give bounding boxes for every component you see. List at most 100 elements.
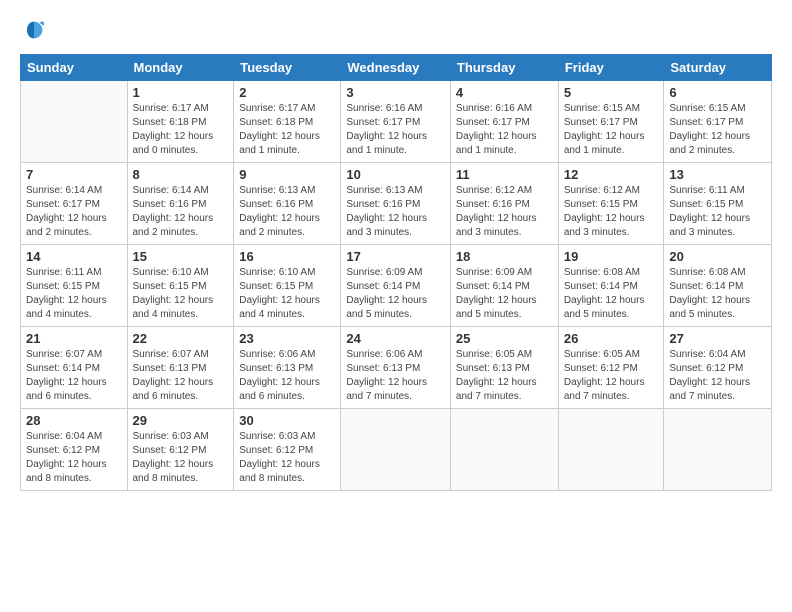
calendar-cell: 7 Sunrise: 6:14 AM Sunset: 6:17 PM Daylig…: [21, 163, 128, 245]
day-number: 29: [133, 413, 229, 428]
calendar-cell: 4Sunrise: 6:16 AM Sunset: 6:17 PM Daylig…: [450, 81, 558, 163]
calendar-cell: 12 Sunrise: 6:12 AM Sunset: 6:15 PM Dayli…: [558, 163, 664, 245]
calendar-cell: [558, 409, 664, 491]
day-info: Sunrise: 6:13 AM Sunset: 6:16 PM Dayligh…: [239, 184, 335, 240]
day-number: 23: [239, 331, 335, 346]
weekday-header: Sunday: [21, 55, 128, 81]
day-info: Sunrise: 6:12 AM Sunset: 6:15 PM Dayligh…: [564, 184, 659, 240]
calendar-cell: 24 Sunrise: 6:06 AM Sunset: 6:13 PM Dayli…: [341, 327, 451, 409]
day-number: 24: [346, 331, 445, 346]
day-info: Sunrise: 6:17 AM Sunset: 6:18 PM Dayligh…: [133, 102, 229, 158]
day-info: Sunrise: 6:16 AM Sunset: 6:17 PM Dayligh…: [456, 102, 553, 158]
calendar-cell: [450, 409, 558, 491]
day-number: 16: [239, 249, 335, 264]
day-info: Sunrise: 6:04 AM Sunset: 6:12 PM Dayligh…: [26, 430, 122, 486]
day-number: 27: [669, 331, 766, 346]
calendar-cell: 6 Sunrise: 6:15 AM Sunset: 6:17 PM Daylig…: [664, 81, 772, 163]
calendar-cell: 10Sunrise: 6:13 AM Sunset: 6:16 PM Dayli…: [341, 163, 451, 245]
calendar: SundayMondayTuesdayWednesdayThursdayFrid…: [20, 54, 772, 491]
logo: [20, 16, 52, 44]
calendar-cell: 21Sunrise: 6:07 AM Sunset: 6:14 PM Dayli…: [21, 327, 128, 409]
day-info: Sunrise: 6:10 AM Sunset: 6:15 PM Dayligh…: [133, 266, 229, 322]
day-number: 13: [669, 167, 766, 182]
day-number: 2: [239, 85, 335, 100]
day-info: Sunrise: 6:05 AM Sunset: 6:12 PM Dayligh…: [564, 348, 659, 404]
calendar-cell: 23 Sunrise: 6:06 AM Sunset: 6:13 PM Dayli…: [234, 327, 341, 409]
day-number: 17: [346, 249, 445, 264]
day-info: Sunrise: 6:11 AM Sunset: 6:15 PM Dayligh…: [669, 184, 766, 240]
calendar-cell: 2 Sunrise: 6:17 AM Sunset: 6:18 PM Daylig…: [234, 81, 341, 163]
calendar-cell: 20 Sunrise: 6:08 AM Sunset: 6:14 PM Dayli…: [664, 245, 772, 327]
day-number: 1: [133, 85, 229, 100]
day-info: Sunrise: 6:15 AM Sunset: 6:17 PM Dayligh…: [669, 102, 766, 158]
weekday-header: Saturday: [664, 55, 772, 81]
day-info: Sunrise: 6:16 AM Sunset: 6:17 PM Dayligh…: [346, 102, 445, 158]
calendar-cell: [664, 409, 772, 491]
day-info: Sunrise: 6:07 AM Sunset: 6:13 PM Dayligh…: [133, 348, 229, 404]
day-info: Sunrise: 6:06 AM Sunset: 6:13 PM Dayligh…: [239, 348, 335, 404]
day-number: 11: [456, 167, 553, 182]
day-number: 26: [564, 331, 659, 346]
calendar-cell: [341, 409, 451, 491]
weekday-header: Friday: [558, 55, 664, 81]
logo-icon: [20, 16, 48, 44]
calendar-cell: 16 Sunrise: 6:10 AM Sunset: 6:15 PM Dayli…: [234, 245, 341, 327]
calendar-cell: 18 Sunrise: 6:09 AM Sunset: 6:14 PM Dayli…: [450, 245, 558, 327]
calendar-cell: 1 Sunrise: 6:17 AM Sunset: 6:18 PM Daylig…: [127, 81, 234, 163]
day-info: Sunrise: 6:12 AM Sunset: 6:16 PM Dayligh…: [456, 184, 553, 240]
weekday-header: Monday: [127, 55, 234, 81]
calendar-cell: 14Sunrise: 6:11 AM Sunset: 6:15 PM Dayli…: [21, 245, 128, 327]
calendar-cell: 19 Sunrise: 6:08 AM Sunset: 6:14 PM Dayli…: [558, 245, 664, 327]
day-number: 9: [239, 167, 335, 182]
day-number: 25: [456, 331, 553, 346]
day-number: 3: [346, 85, 445, 100]
day-info: Sunrise: 6:09 AM Sunset: 6:14 PM Dayligh…: [456, 266, 553, 322]
day-number: 22: [133, 331, 229, 346]
day-number: 7: [26, 167, 122, 182]
day-info: Sunrise: 6:06 AM Sunset: 6:13 PM Dayligh…: [346, 348, 445, 404]
day-info: Sunrise: 6:05 AM Sunset: 6:13 PM Dayligh…: [456, 348, 553, 404]
day-number: 6: [669, 85, 766, 100]
header-row: SundayMondayTuesdayWednesdayThursdayFrid…: [21, 55, 772, 81]
day-info: Sunrise: 6:09 AM Sunset: 6:14 PM Dayligh…: [346, 266, 445, 322]
day-number: 20: [669, 249, 766, 264]
calendar-week-row: 21Sunrise: 6:07 AM Sunset: 6:14 PM Dayli…: [21, 327, 772, 409]
day-number: 18: [456, 249, 553, 264]
calendar-week-row: 14Sunrise: 6:11 AM Sunset: 6:15 PM Dayli…: [21, 245, 772, 327]
calendar-week-row: 1 Sunrise: 6:17 AM Sunset: 6:18 PM Daylig…: [21, 81, 772, 163]
weekday-header: Tuesday: [234, 55, 341, 81]
day-number: 14: [26, 249, 122, 264]
page: SundayMondayTuesdayWednesdayThursdayFrid…: [0, 0, 792, 612]
calendar-cell: 9 Sunrise: 6:13 AM Sunset: 6:16 PM Daylig…: [234, 163, 341, 245]
calendar-cell: 11 Sunrise: 6:12 AM Sunset: 6:16 PM Dayli…: [450, 163, 558, 245]
calendar-cell: 22 Sunrise: 6:07 AM Sunset: 6:13 PM Dayli…: [127, 327, 234, 409]
weekday-header: Wednesday: [341, 55, 451, 81]
day-number: 8: [133, 167, 229, 182]
day-number: 5: [564, 85, 659, 100]
calendar-cell: [21, 81, 128, 163]
calendar-cell: 8 Sunrise: 6:14 AM Sunset: 6:16 PM Daylig…: [127, 163, 234, 245]
day-info: Sunrise: 6:04 AM Sunset: 6:12 PM Dayligh…: [669, 348, 766, 404]
calendar-cell: 5Sunrise: 6:15 AM Sunset: 6:17 PM Daylig…: [558, 81, 664, 163]
calendar-cell: 15Sunrise: 6:10 AM Sunset: 6:15 PM Dayli…: [127, 245, 234, 327]
day-info: Sunrise: 6:08 AM Sunset: 6:14 PM Dayligh…: [669, 266, 766, 322]
calendar-cell: 26 Sunrise: 6:05 AM Sunset: 6:12 PM Dayli…: [558, 327, 664, 409]
day-number: 12: [564, 167, 659, 182]
day-number: 10: [346, 167, 445, 182]
day-info: Sunrise: 6:03 AM Sunset: 6:12 PM Dayligh…: [239, 430, 335, 486]
day-info: Sunrise: 6:14 AM Sunset: 6:16 PM Dayligh…: [133, 184, 229, 240]
day-info: Sunrise: 6:03 AM Sunset: 6:12 PM Dayligh…: [133, 430, 229, 486]
day-number: 28: [26, 413, 122, 428]
day-info: Sunrise: 6:17 AM Sunset: 6:18 PM Dayligh…: [239, 102, 335, 158]
calendar-cell: 25 Sunrise: 6:05 AM Sunset: 6:13 PM Dayli…: [450, 327, 558, 409]
calendar-cell: 29 Sunrise: 6:03 AM Sunset: 6:12 PM Dayli…: [127, 409, 234, 491]
calendar-cell: 28 Sunrise: 6:04 AM Sunset: 6:12 PM Dayli…: [21, 409, 128, 491]
day-number: 19: [564, 249, 659, 264]
weekday-header: Thursday: [450, 55, 558, 81]
day-info: Sunrise: 6:14 AM Sunset: 6:17 PM Dayligh…: [26, 184, 122, 240]
day-info: Sunrise: 6:10 AM Sunset: 6:15 PM Dayligh…: [239, 266, 335, 322]
day-info: Sunrise: 6:08 AM Sunset: 6:14 PM Dayligh…: [564, 266, 659, 322]
calendar-week-row: 7 Sunrise: 6:14 AM Sunset: 6:17 PM Daylig…: [21, 163, 772, 245]
calendar-cell: 30Sunrise: 6:03 AM Sunset: 6:12 PM Dayli…: [234, 409, 341, 491]
day-number: 21: [26, 331, 122, 346]
